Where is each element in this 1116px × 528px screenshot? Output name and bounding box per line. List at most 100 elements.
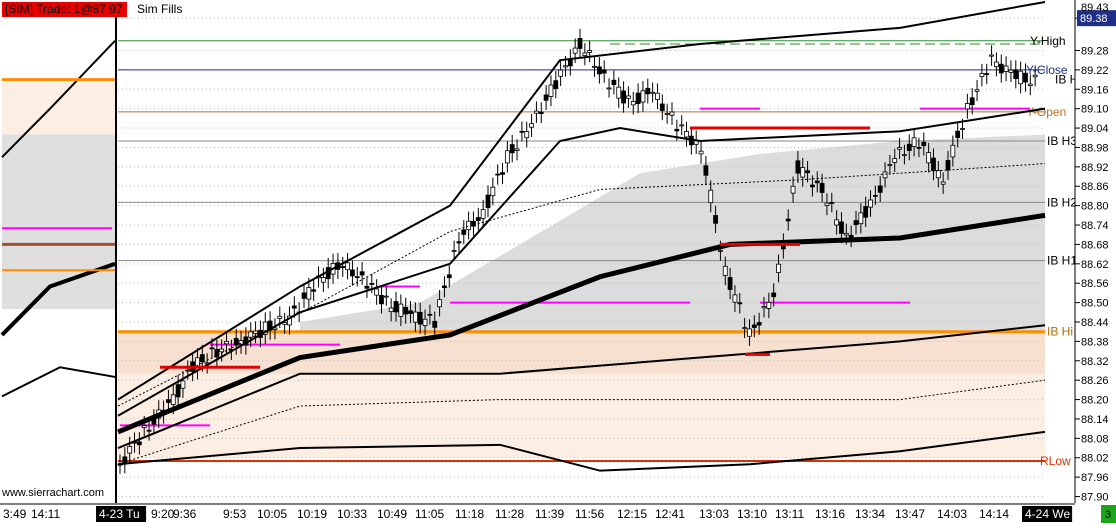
- candle-body: [916, 147, 922, 149]
- candle-body: [596, 66, 602, 75]
- candle-body: [902, 154, 907, 156]
- candle-body: [892, 158, 898, 163]
- candle-body: [650, 91, 656, 94]
- price-label-9: 88.80: [1081, 201, 1109, 213]
- candle-body: [640, 90, 646, 103]
- candle-body: [858, 212, 864, 225]
- candle-body: [950, 144, 956, 158]
- price-label-22: 88.02: [1081, 453, 1109, 465]
- candle-body: [311, 289, 317, 292]
- candle-body: [432, 320, 438, 328]
- candle-body: [751, 324, 757, 328]
- candle-body: [853, 220, 859, 226]
- candle-body: [669, 111, 675, 116]
- price-label-15: 88.44: [1081, 317, 1109, 329]
- candle-body: [727, 277, 733, 290]
- candle-body: [713, 215, 718, 224]
- candle-body: [398, 303, 404, 317]
- candle-body: [771, 292, 777, 298]
- candle-body: [175, 384, 181, 398]
- candle-body: [659, 103, 665, 111]
- candle-body: [320, 277, 326, 283]
- candle-body: [582, 52, 588, 56]
- candle-body: [945, 160, 951, 171]
- label-ib-h2: IB H2: [1047, 195, 1077, 209]
- candle-body: [219, 348, 225, 353]
- label-y-high: Y-High: [1030, 34, 1066, 48]
- candle-body: [960, 128, 965, 130]
- candle-body: [718, 249, 723, 252]
- candle-body: [437, 299, 442, 308]
- candle-body: [810, 184, 815, 188]
- candle-body: [538, 111, 544, 114]
- candle-body: [359, 271, 365, 276]
- candle-body: [166, 399, 171, 403]
- time-label-5: 9:53: [223, 507, 247, 521]
- price-label-18: 88.26: [1081, 375, 1109, 387]
- candle-body: [698, 150, 704, 155]
- time-label-1: 14:11: [31, 507, 60, 521]
- candle-body: [955, 130, 961, 138]
- time-label-13: 11:39: [535, 507, 564, 521]
- time-label-18: 13:10: [737, 507, 767, 521]
- price-label-20: 88.14: [1081, 414, 1109, 426]
- price-label-6: 88.98: [1081, 142, 1109, 154]
- sim-trade-badge: [SIM] Trade: 1@87.97: [2, 2, 127, 17]
- candle-body: [388, 307, 394, 313]
- price-label-4: 89.10: [1081, 104, 1109, 116]
- candle-body: [471, 220, 476, 227]
- candle-body: [882, 171, 888, 179]
- candle-body: [340, 266, 346, 268]
- candle-body: [233, 338, 239, 346]
- candle-body: [403, 306, 409, 315]
- time-label-3: 9:20: [151, 507, 175, 521]
- candle-body: [742, 327, 748, 330]
- price-label-8: 88.86: [1081, 181, 1109, 193]
- price-chart[interactable]: Y-HighY-CloseY-OpenIB H3IB H2IB H1IB HiR…: [0, 0, 1116, 523]
- time-label-2: 4-23 Tu: [99, 507, 140, 521]
- time-label-17: 13:03: [699, 507, 729, 521]
- time-label-16: 12:41: [655, 507, 685, 521]
- candle-body: [703, 165, 709, 176]
- time-label-23: 14:03: [937, 507, 967, 521]
- candle-body: [776, 263, 781, 273]
- price-label-10: 88.74: [1081, 220, 1109, 232]
- time-label-7: 10:19: [297, 507, 327, 521]
- candle-body: [785, 218, 791, 222]
- candle-body: [766, 302, 772, 309]
- time-label-11: 11:18: [455, 507, 484, 521]
- candle-body: [1018, 70, 1024, 85]
- candle-body: [887, 164, 893, 166]
- label-ib-h1: IB H1: [1047, 254, 1077, 268]
- time-label-21: 13:34: [855, 507, 885, 521]
- prior-bottom-band: [1, 366, 116, 398]
- candle-body: [224, 340, 229, 345]
- candle-body: [442, 285, 447, 289]
- candle-body: [911, 137, 917, 148]
- price-label-3: 89.16: [1081, 84, 1109, 96]
- candle-body: [684, 131, 689, 138]
- candle-body: [519, 130, 525, 133]
- candle-body: [1027, 83, 1033, 86]
- candle-body: [868, 199, 873, 208]
- candle-body: [456, 241, 462, 244]
- sim-fills-label: Sim Fills: [137, 2, 183, 16]
- candle-body: [1013, 69, 1019, 79]
- candle-body: [931, 157, 936, 171]
- chart-area[interactable]: Y-High Y-Close Y-Open IB H3 IB H2 IB H1 IB Hi R…: [0, 0, 1116, 523]
- candle-body: [747, 328, 752, 337]
- candle-body: [829, 202, 835, 204]
- time-label-0: 3:49: [3, 507, 27, 521]
- price-label-7: 88.92: [1081, 162, 1109, 174]
- watermark: www.sierrachart.com: [2, 487, 105, 499]
- candle-body: [146, 429, 152, 432]
- time-label-22: 13:47: [895, 507, 925, 521]
- candle-body: [563, 65, 568, 68]
- candle-body: [141, 425, 147, 429]
- candle-body: [872, 194, 878, 197]
- price-label-17: 88.32: [1081, 356, 1109, 368]
- candle-body: [408, 310, 413, 314]
- time-label-4: 9:36: [173, 507, 197, 521]
- candle-body: [451, 249, 457, 252]
- candle-body: [534, 110, 539, 114]
